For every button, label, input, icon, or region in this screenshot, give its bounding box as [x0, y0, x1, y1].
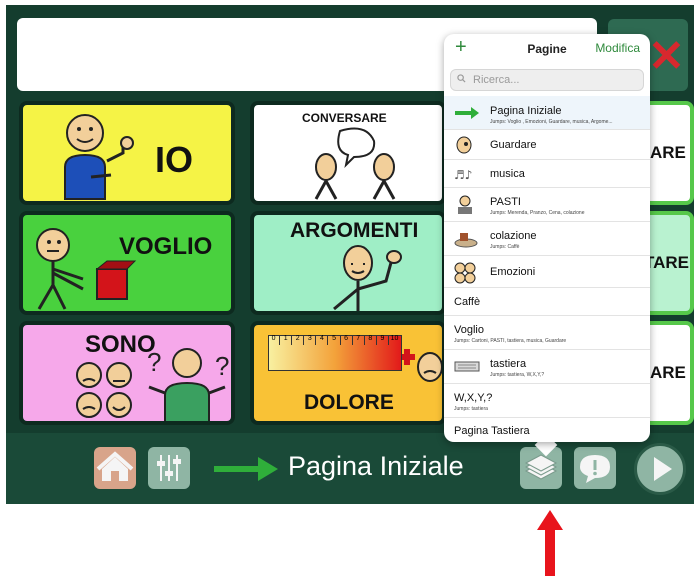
page-item-label: Guardare: [490, 139, 537, 151]
page-item-guardare[interactable]: Guardare: [444, 130, 650, 160]
play-icon: [654, 457, 672, 481]
sliders-icon: [157, 455, 181, 481]
tile-conversare[interactable]: CONVERSARE: [250, 101, 446, 205]
popover-header: + Pagine Modifica: [444, 34, 650, 64]
svg-text:♬♪: ♬♪: [454, 168, 472, 182]
pain-scale-num: 5: [328, 335, 341, 345]
page-item-jumps: Jumps: Voglio , Emozioni, Guardare, musi…: [490, 119, 613, 125]
pain-scale-num: 4: [316, 335, 329, 345]
pain-scale-numbers: 0 1 2 3 4 5 6 7 8 9 10: [268, 335, 400, 345]
current-page-arrow-icon: [214, 457, 278, 481]
pain-scale-num: 6: [341, 335, 353, 345]
bottom-toolbar: Pagina Iniziale: [6, 433, 694, 504]
page-item-jumps: Jumps: tastiera, W,X,Y,?: [490, 372, 545, 378]
emotions-icon: [454, 262, 476, 284]
page-item-label: Emozioni: [490, 266, 536, 278]
pages-stack-icon: [524, 454, 558, 480]
page-item-label: tastiera: [490, 358, 527, 370]
svg-text:?: ?: [147, 347, 161, 377]
pain-scale-num: 10: [390, 335, 399, 342]
tile-right-2-label: TARE: [644, 253, 690, 272]
page-item-emozioni[interactable]: Emozioni: [444, 256, 650, 288]
speech-bubble-icon: [580, 455, 610, 483]
page-item-voglio[interactable]: Voglio Jumps: Cartoni, PASTI, tastiera, …: [444, 316, 650, 350]
page-item-tastiera[interactable]: tastiera Jumps: tastiera, W,X,Y,?: [444, 350, 650, 384]
green-arrow-icon: [455, 107, 479, 119]
pain-scale-num: 3: [304, 335, 317, 345]
tile-argomenti-label: ARGOMENTI: [290, 219, 419, 242]
pain-scale-num: 8: [365, 335, 377, 345]
pain-scale-num: 0: [268, 335, 281, 345]
pages-popover: + Pagine Modifica Ricerca... Pagina Iniz…: [444, 34, 650, 442]
tile-voglio-label: VOGLIO: [119, 233, 213, 260]
search-field[interactable]: Ricerca...: [450, 69, 644, 91]
tile-right-3-label: ARE: [650, 363, 686, 382]
tile-voglio[interactable]: VOGLIO: [19, 211, 235, 315]
page-item-pasti[interactable]: PASTI Jumps: Merenda, Pranzo, Cena, cola…: [444, 188, 650, 222]
page-item-jumps: Jumps: Merenda, Pranzo, Cena, colazione: [490, 210, 585, 216]
page-item-label: musica: [490, 168, 525, 180]
page-item-jumps: Jumps: tastiera: [454, 406, 488, 412]
close-icon: ✕: [648, 32, 685, 81]
pain-scale-num: 1: [280, 335, 293, 345]
meal-icon: [458, 195, 472, 214]
search-placeholder: Ricerca...: [473, 74, 520, 86]
page-item-label: Pagina Iniziale: [490, 105, 562, 117]
tile-sono[interactable]: SONO ? ?: [19, 321, 235, 425]
tile-right-1-label: ARE: [650, 143, 686, 162]
page-item-colazione[interactable]: colazione Jumps: Caffè: [444, 222, 650, 256]
tile-dolore-label: DOLORE: [304, 391, 394, 414]
page-item-wxy[interactable]: W,X,Y,? Jumps: tastiera: [444, 384, 650, 418]
tile-argomenti[interactable]: ARGOMENTI: [250, 211, 446, 315]
page-item-pagina-tastiera[interactable]: Pagina Tastiera: [444, 418, 650, 442]
pages-button[interactable]: [520, 447, 562, 489]
tile-conversare-label: CONVERSARE: [302, 111, 387, 125]
svg-text:?: ?: [215, 351, 229, 381]
page-item-jumps: Jumps: Caffè: [490, 244, 520, 250]
pain-scale-num: 9: [377, 335, 389, 345]
home-button[interactable]: [94, 447, 136, 489]
app-window: ✕ IO VOGLIO SONO ? ? CONVERSARE ARGOMENT…: [6, 5, 694, 504]
page-item-label: W,X,Y,?: [454, 392, 493, 404]
current-page-title: Pagina Iniziale: [288, 451, 464, 481]
page-item-musica[interactable]: ♬♪ musica: [444, 160, 650, 188]
breakfast-icon: [454, 233, 478, 248]
page-item-label: Pagina Tastiera: [454, 425, 530, 437]
tile-io-label: IO: [155, 139, 194, 180]
page-item-caffe[interactable]: Caffè: [444, 288, 650, 316]
pain-scale-num: 2: [292, 335, 305, 345]
page-item-label: Caffè: [454, 296, 481, 308]
page-item-label: PASTI: [490, 196, 521, 208]
tile-io[interactable]: IO: [19, 101, 235, 205]
search-icon: [457, 74, 466, 83]
emotion-faces-icon: [76, 362, 132, 418]
keyboard-icon: [454, 361, 480, 372]
io-person-icon: [64, 114, 134, 200]
settings-button[interactable]: [148, 447, 190, 489]
play-button[interactable]: [634, 443, 686, 495]
conversation-icon: [314, 127, 396, 200]
red-annotation-arrow-icon: [537, 510, 563, 576]
home-icon: [96, 451, 134, 481]
tile-dolore[interactable]: 0 1 2 3 4 5 6 7 8 9 10 DOLORE: [250, 321, 446, 425]
edit-pages-button[interactable]: Modifica: [595, 41, 640, 55]
pain-scale-num: 7: [353, 335, 365, 345]
hurt-person-icon: [402, 349, 442, 382]
topic-person-icon: [333, 245, 402, 311]
page-item-label: colazione: [490, 230, 537, 242]
page-item-pagina-iniziale[interactable]: Pagina Iniziale Jumps: Voglio , Emozioni…: [444, 96, 650, 130]
music-notes-icon: ♬♪: [454, 168, 472, 182]
eye-icon: [456, 136, 472, 154]
page-item-jumps: Jumps: Cartoni, PASTI, tastiera, musica,…: [454, 338, 567, 344]
page-item-label: Voglio: [454, 324, 484, 336]
confused-person-icon: ? ?: [147, 347, 229, 421]
speak-button[interactable]: [574, 447, 616, 489]
